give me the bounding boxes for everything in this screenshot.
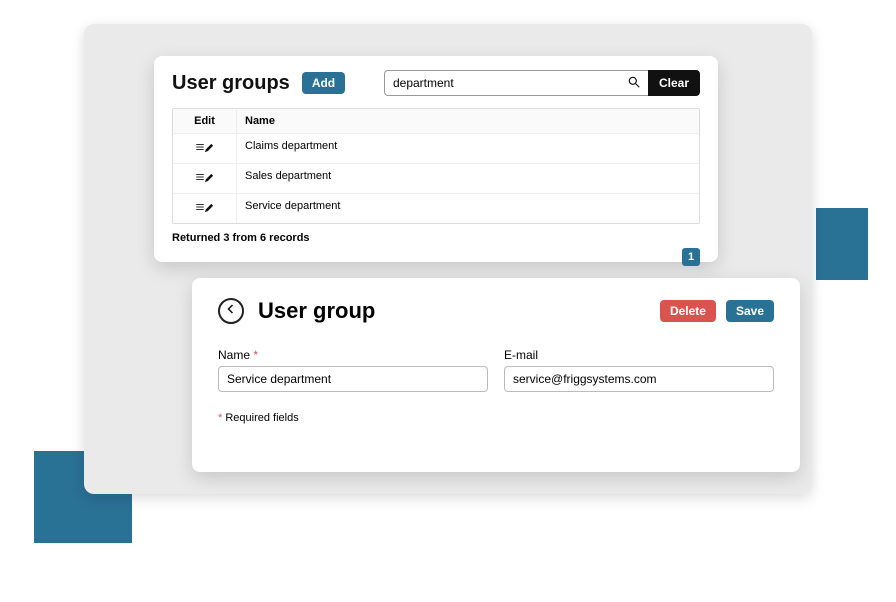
decorative-block-right — [816, 208, 868, 280]
detail-title: User group — [258, 298, 375, 324]
search-input[interactable] — [384, 70, 620, 96]
detail-header: User group Delete Save — [218, 298, 774, 324]
name-label-text: Name — [218, 348, 250, 362]
edit-icon[interactable] — [195, 140, 215, 157]
search-wrap: Clear — [384, 70, 700, 96]
edit-icon[interactable] — [195, 170, 215, 187]
save-button[interactable]: Save — [726, 300, 774, 322]
email-input[interactable] — [504, 366, 774, 392]
search-button[interactable] — [620, 70, 648, 96]
list-header: User groups Add Clear — [172, 70, 700, 96]
returned-count: Returned 3 from 6 records — [172, 232, 700, 244]
pager: 1 — [172, 248, 700, 266]
search-icon — [627, 75, 641, 92]
back-button[interactable] — [218, 298, 244, 324]
col-name: Name — [237, 109, 699, 133]
email-label-text: E-mail — [504, 348, 538, 362]
edit-icon[interactable] — [195, 200, 215, 217]
row-name: Claims department — [237, 133, 699, 163]
name-label: Name * — [218, 348, 488, 362]
required-fields-note: * Required fields — [218, 412, 774, 424]
field-name: Name * — [218, 348, 488, 392]
delete-button[interactable]: Delete — [660, 300, 716, 322]
page-title: User groups — [172, 72, 290, 95]
row-name: Sales department — [237, 163, 699, 193]
col-edit: Edit — [173, 109, 237, 133]
required-note-text: Required fields — [222, 412, 298, 424]
table-row: Service department — [173, 193, 699, 223]
email-label: E-mail — [504, 348, 774, 362]
table-row: Claims department — [173, 133, 699, 163]
user-group-detail-card: User group Delete Save Name * E-mail — [192, 278, 800, 472]
table-header-row: Edit Name — [173, 109, 699, 133]
chevron-left-icon — [225, 302, 237, 320]
user-groups-card: User groups Add Clear Edit Name — [154, 56, 718, 262]
required-marker: * — [253, 348, 258, 362]
field-email: E-mail — [504, 348, 774, 392]
add-button[interactable]: Add — [302, 72, 345, 94]
table-row: Sales department — [173, 163, 699, 193]
row-name: Service department — [237, 193, 699, 223]
groups-table: Edit Name Claims department — [172, 108, 700, 224]
clear-button[interactable]: Clear — [648, 70, 700, 96]
name-input[interactable] — [218, 366, 488, 392]
form-row: Name * E-mail — [218, 348, 774, 392]
page-current[interactable]: 1 — [682, 248, 700, 266]
